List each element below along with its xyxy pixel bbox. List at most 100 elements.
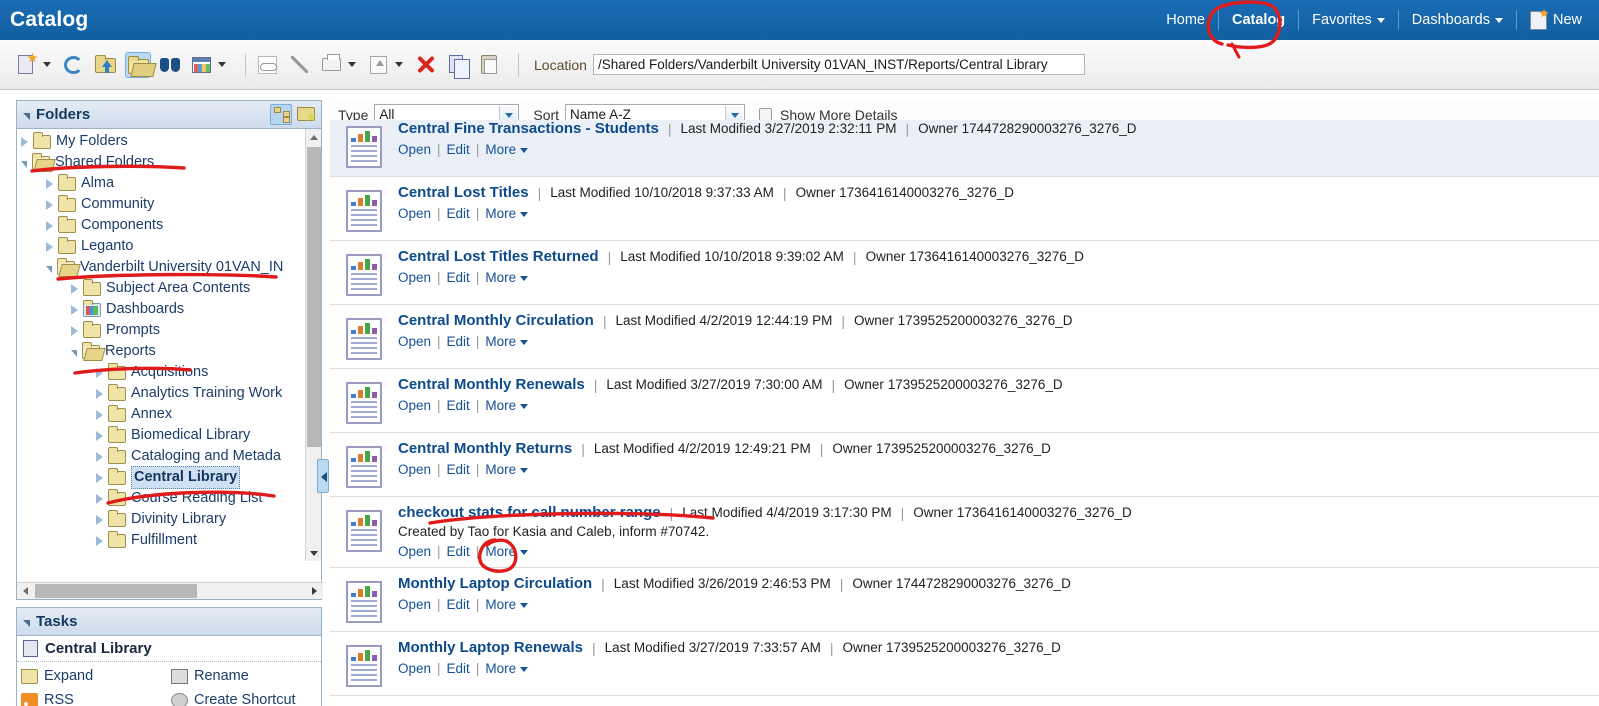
open-link[interactable]: Open [398, 334, 431, 349]
view-layout-button[interactable] [189, 52, 230, 78]
folder-tree-horizontal-scrollbar[interactable] [17, 582, 323, 599]
folder-tree[interactable]: My Folders Shared Folders Alma Community Com… [17, 129, 321, 561]
folder-tree-node[interactable]: Annex [21, 404, 321, 425]
catalog-item-title-link[interactable]: checkout stats for call number range [398, 504, 661, 521]
folder-tree-node[interactable]: Components [21, 215, 321, 236]
scrollbar-thumb[interactable] [307, 147, 321, 447]
edit-link[interactable]: Edit [447, 544, 470, 559]
catalog-item-title-link[interactable]: Central Monthly Circulation [398, 312, 594, 329]
chevron-down-icon[interactable] [520, 549, 529, 555]
nav-item-favorites[interactable]: Favorites [1299, 0, 1398, 40]
collapse-triangle-icon[interactable] [23, 113, 30, 120]
folder-tree-node[interactable]: Biomedical Library [21, 425, 321, 446]
collapse-triangle-icon[interactable] [23, 620, 30, 627]
more-link[interactable]: More [485, 661, 516, 676]
chevron-right-icon[interactable] [96, 472, 103, 483]
chevron-right-icon[interactable] [96, 514, 103, 525]
catalog-item-row[interactable]: Monthly Laptop Renewals | Last Modified 3/… [330, 632, 1599, 696]
preview-button[interactable] [255, 52, 281, 78]
chevron-down-icon[interactable] [21, 161, 27, 168]
tree-view-button[interactable] [270, 104, 292, 125]
catalog-item-row[interactable]: Central Lost Titles Returned | Last Modifi… [330, 241, 1599, 305]
folder-tree-node[interactable]: Divinity Library [21, 509, 321, 530]
chevron-right-icon[interactable] [96, 493, 103, 504]
edit-link[interactable]: Edit [447, 142, 470, 157]
folder-tree-node[interactable]: Prompts [21, 320, 321, 341]
folder-tree-node[interactable]: Central Library [21, 466, 321, 489]
export-button[interactable] [366, 52, 407, 78]
chevron-down-icon[interactable] [520, 211, 529, 217]
open-link[interactable]: Open [398, 597, 431, 612]
chevron-right-icon[interactable] [71, 283, 78, 294]
catalog-item-row[interactable]: Central Monthly Returns | Last Modified 4/… [330, 433, 1599, 497]
folder-tree-node[interactable]: Analytics Training Work [21, 383, 321, 404]
edit-link[interactable]: Edit [447, 597, 470, 612]
show-folders-button[interactable] [125, 51, 151, 78]
open-link[interactable]: Open [398, 270, 431, 285]
more-link[interactable]: More [485, 142, 516, 157]
folder-tree-node[interactable]: Cataloging and Metada [21, 446, 321, 467]
search-button[interactable] [157, 52, 183, 78]
more-link[interactable]: More [485, 597, 516, 612]
more-link[interactable]: More [485, 270, 516, 285]
more-link[interactable]: More [485, 398, 516, 413]
folder-tree-node[interactable]: Leganto [21, 236, 321, 257]
chevron-down-icon[interactable] [520, 275, 529, 281]
scroll-right-button[interactable] [307, 583, 323, 599]
nav-item-home[interactable]: Home [1153, 0, 1218, 40]
catalog-item-title-link[interactable]: Monthly Laptop Circulation [398, 575, 592, 592]
nav-item-catalog[interactable]: Catalog [1219, 0, 1298, 40]
chevron-right-icon[interactable] [71, 325, 78, 336]
chevron-down-icon[interactable] [395, 62, 403, 67]
catalog-item-title-link[interactable]: Central Lost Titles [398, 184, 529, 201]
more-link[interactable]: More [485, 462, 516, 477]
copy-button[interactable] [445, 52, 471, 79]
up-one-level-button[interactable] [93, 52, 119, 78]
open-link[interactable]: Open [398, 398, 431, 413]
chevron-right-icon[interactable] [96, 430, 103, 441]
chevron-right-icon[interactable] [21, 136, 28, 147]
chevron-down-icon[interactable] [43, 62, 51, 67]
chevron-right-icon[interactable] [96, 535, 103, 546]
catalog-item-title-link[interactable]: Monthly Laptop Renewals [398, 639, 583, 656]
chevron-down-icon[interactable] [520, 147, 529, 153]
open-link[interactable]: Open [398, 206, 431, 221]
edit-link[interactable]: Edit [447, 661, 470, 676]
catalog-item-title-link[interactable]: Central Lost Titles Returned [398, 248, 599, 265]
edit-link[interactable]: Edit [447, 398, 470, 413]
folder-tree-node[interactable]: My Folders [21, 131, 321, 152]
chevron-down-icon[interactable] [71, 350, 77, 357]
folder-tree-node[interactable]: Course Reading List [21, 488, 321, 509]
catalog-item-row[interactable]: Central Lost Titles | Last Modified 10/10/… [330, 177, 1599, 241]
chevron-down-icon[interactable] [520, 467, 529, 473]
catalog-item-row[interactable]: Monthly Laptop Circulation | Last Modified… [330, 568, 1599, 632]
chevron-down-icon[interactable] [218, 62, 226, 67]
catalog-item-row[interactable]: checkout stats for call number range | Las… [330, 497, 1599, 568]
chevron-right-icon[interactable] [46, 220, 53, 231]
folder-tree-node[interactable]: Reports [21, 341, 321, 362]
open-link[interactable]: Open [398, 142, 431, 157]
chevron-right-icon[interactable] [96, 367, 103, 378]
catalog-item-title-link[interactable]: Central Fine Transactions - Students [398, 120, 659, 137]
open-link[interactable]: Open [398, 462, 431, 477]
task-item[interactable]: Create Shortcut [171, 688, 321, 706]
folder-tree-node[interactable]: Acquisitions [21, 362, 321, 383]
task-item[interactable]: RSS [21, 688, 171, 706]
chevron-down-icon[interactable] [520, 602, 529, 608]
catalog-item-row[interactable]: Central Fine Transactions - Students | Las… [330, 120, 1599, 177]
catalog-item-title-link[interactable]: Central Monthly Returns [398, 440, 572, 457]
chevron-right-icon[interactable] [46, 199, 53, 210]
folder-tree-vertical-scrollbar[interactable] [305, 129, 321, 561]
task-item[interactable]: Rename [171, 664, 321, 688]
open-link[interactable]: Open [398, 661, 431, 676]
chevron-down-icon[interactable] [520, 666, 529, 672]
scroll-left-button[interactable] [17, 583, 33, 599]
scroll-down-button[interactable] [306, 545, 321, 561]
chevron-right-icon[interactable] [96, 451, 103, 462]
chevron-down-icon[interactable] [348, 62, 356, 67]
open-link[interactable]: Open [398, 544, 431, 559]
paste-button[interactable] [477, 52, 503, 78]
folder-tree-node[interactable]: Fulfillment [21, 530, 321, 551]
refresh-button[interactable] [61, 52, 87, 78]
chevron-down-icon[interactable] [520, 339, 529, 345]
